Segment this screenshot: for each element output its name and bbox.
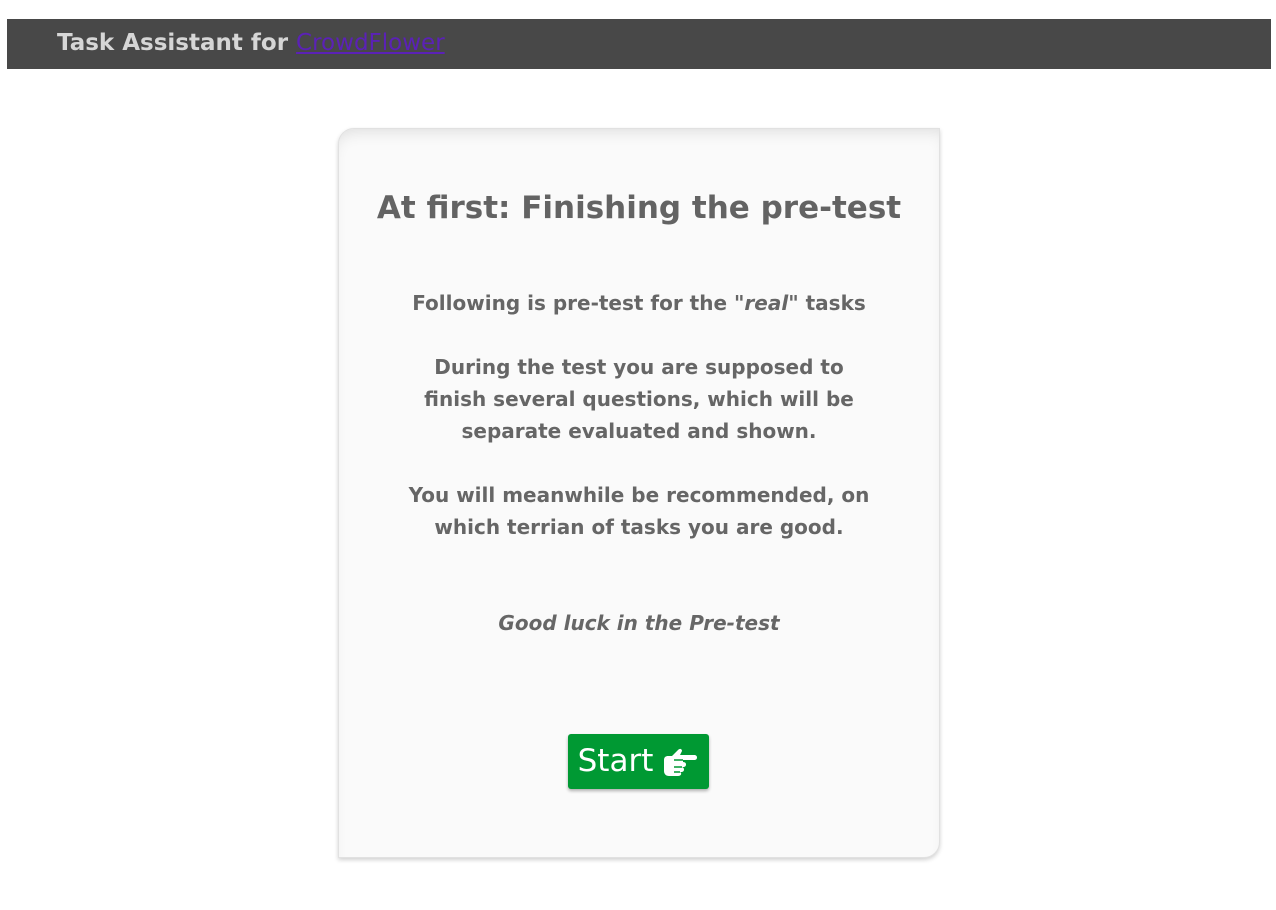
- pretest-intro-text: Following is pre-test for the "real" tas…: [379, 287, 899, 319]
- good-luck-text: Good luck in the Pre-test: [498, 611, 780, 635]
- card-title: At first: Finishing the pre-test: [376, 190, 902, 226]
- app-title: Task Assistant for CrowdFlower: [57, 32, 445, 55]
- hand-point-right-icon: [661, 747, 699, 777]
- recommendation-text: You will meanwhile be recommended, on wh…: [408, 483, 870, 539]
- intro-text-before: Following is pre-test for the: [412, 291, 735, 315]
- intro-text-emphasis: "real": [734, 291, 799, 315]
- start-button-label: Start: [577, 743, 654, 779]
- intro-text-after: tasks: [798, 291, 866, 315]
- top-bar: Task Assistant for CrowdFlower: [7, 19, 1271, 69]
- pretest-card: At first: Finishing the pre-test Followi…: [338, 128, 940, 858]
- pretest-description-text: During the test you are supposed to fini…: [424, 355, 854, 443]
- app-title-prefix: Task Assistant for: [57, 30, 297, 56]
- start-button[interactable]: Start: [568, 734, 709, 789]
- crowdflower-link[interactable]: CrowdFlower: [296, 30, 445, 56]
